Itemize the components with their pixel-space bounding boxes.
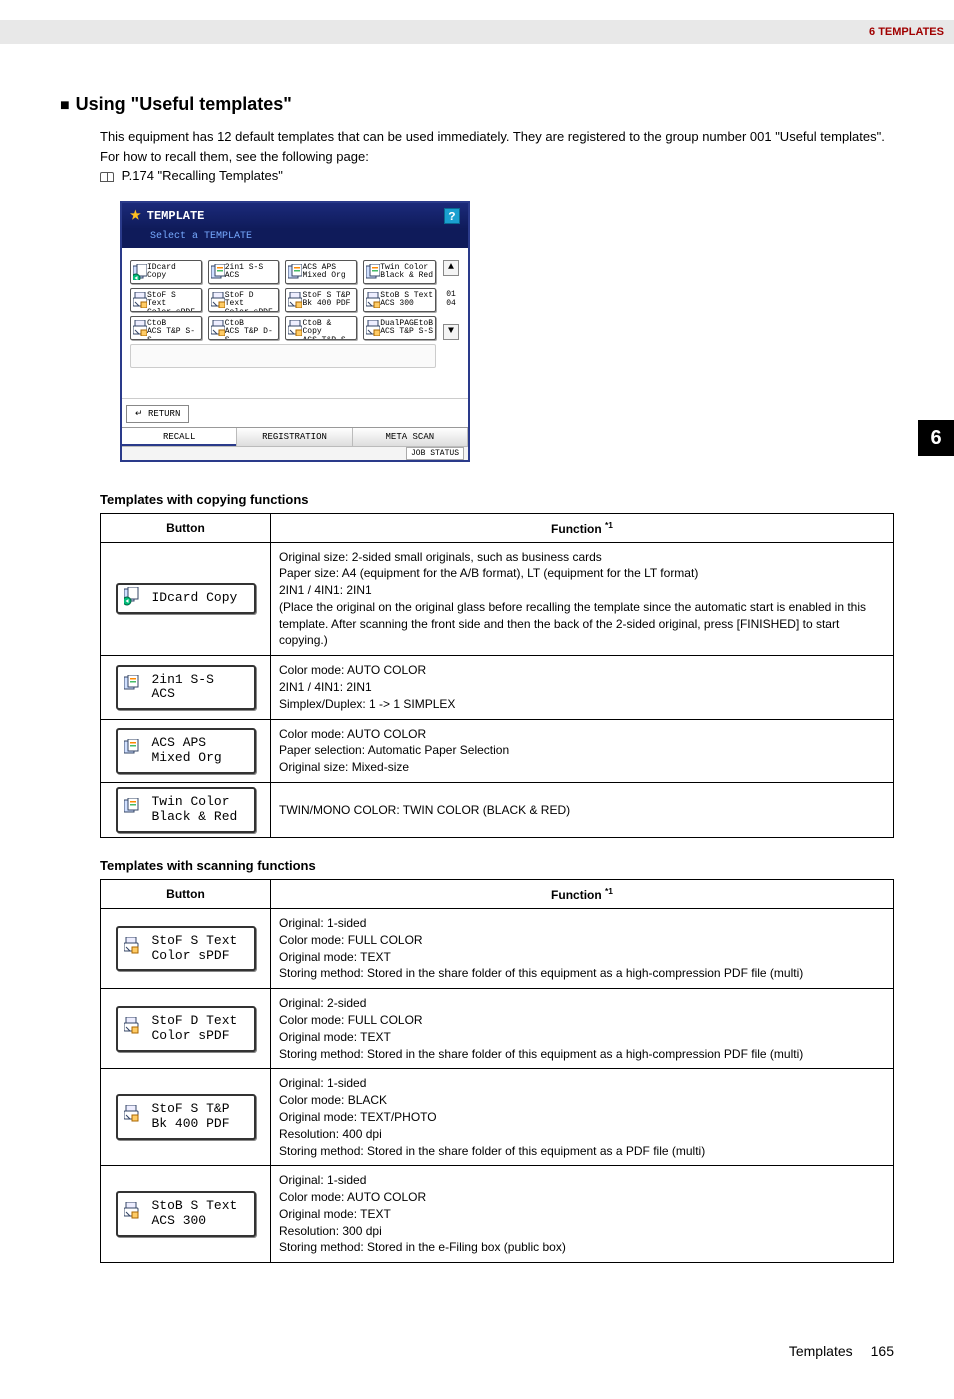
chapter-tab: 6 xyxy=(918,420,954,456)
template-icon xyxy=(124,1202,146,1226)
template-icon xyxy=(124,587,146,611)
square-bullet-icon: ■ xyxy=(60,97,70,114)
template-button[interactable]: ACS APSMixed Org xyxy=(285,260,357,284)
header-breadcrumb: 6 TEMPLATES xyxy=(0,20,954,44)
return-button[interactable]: ↵ RETURN xyxy=(126,405,189,423)
template-icon xyxy=(133,292,147,308)
template-button[interactable]: CtoBACS T&P S-S xyxy=(130,316,202,340)
template-icon xyxy=(288,264,302,280)
template-button[interactable]: StoF S TextColor sPDF xyxy=(116,926,256,972)
template-button[interactable]: StoB S TextACS 300 xyxy=(363,288,436,312)
template-icon xyxy=(366,292,380,308)
col-button: Button xyxy=(101,513,271,542)
template-icon xyxy=(211,292,225,308)
function-cell: TWIN/MONO COLOR: TWIN COLOR (BLACK & RED… xyxy=(271,783,894,838)
template-icon xyxy=(124,937,146,961)
function-cell: Color mode: AUTO COLORPaper selection: A… xyxy=(271,719,894,782)
template-screen: ★ TEMPLATE ? Select a TEMPLATE IDcard Co… xyxy=(120,201,470,462)
table-row: IDcard Copy Original size: 2-sided small … xyxy=(101,542,894,656)
template-button[interactable]: StoF S TextColor sPDF xyxy=(130,288,202,312)
table-row: Twin ColorBlack & Red TWIN/MONO COLOR: TW… xyxy=(101,783,894,838)
function-cell: Original: 1-sidedColor mode: FULL COLORO… xyxy=(271,908,894,988)
template-icon xyxy=(124,1017,146,1041)
table-row: 2in1 S-SACS Color mode: AUTO COLOR2IN1 / … xyxy=(101,656,894,719)
table-row: StoF S TextColor sPDF Original: 1-sidedCo… xyxy=(101,908,894,988)
template-icon xyxy=(288,320,302,336)
panel-subtitle: Select a TEMPLATE xyxy=(122,229,468,248)
page-counter: 01 04 xyxy=(446,291,456,309)
template-icon xyxy=(124,739,146,763)
intro-text: This equipment has 12 default templates … xyxy=(100,127,894,186)
star-icon: ★ xyxy=(130,208,141,223)
template-button[interactable]: IDcard Copy xyxy=(116,583,256,614)
template-icon xyxy=(366,264,380,280)
job-status-button[interactable]: JOB STATUS xyxy=(406,447,464,460)
template-button[interactable]: DualPAGEtoBACS T&P S-S xyxy=(363,316,436,340)
template-button[interactable]: ACS APSMixed Org xyxy=(116,728,256,774)
copy-functions-table: Button Function *1 IDcard Copy Original s… xyxy=(100,513,894,838)
book-icon xyxy=(100,172,114,182)
template-button[interactable]: IDcard Copy xyxy=(130,260,202,284)
template-icon xyxy=(124,675,146,699)
template-icon xyxy=(288,292,302,308)
template-button[interactable]: StoF S T&PBk 400 PDF xyxy=(285,288,357,312)
tab-registration[interactable]: REGISTRATION xyxy=(237,428,352,446)
template-icon xyxy=(211,264,225,280)
scan-functions-table: Button Function *1 StoF S TextColor sPDF… xyxy=(100,879,894,1263)
template-button[interactable]: StoF S T&PBk 400 PDF xyxy=(116,1094,256,1140)
function-cell: Color mode: AUTO COLOR2IN1 / 4IN1: 2IN1S… xyxy=(271,656,894,719)
tab-metascan[interactable]: META SCAN xyxy=(353,428,468,446)
template-button[interactable]: StoB S TextACS 300 xyxy=(116,1191,256,1237)
template-icon xyxy=(366,320,380,336)
function-cell: Original: 1-sidedColor mode: BLACKOrigin… xyxy=(271,1069,894,1166)
template-icon xyxy=(133,320,147,336)
col-button: Button xyxy=(101,879,271,908)
section-title: ■Using "Useful templates" xyxy=(60,94,894,115)
template-button[interactable]: Twin ColorBlack & Red xyxy=(116,787,256,833)
template-icon xyxy=(124,1105,146,1129)
tab-recall[interactable]: RECALL xyxy=(122,428,237,446)
page-reference: P.174 "Recalling Templates" xyxy=(122,168,283,183)
scroll-up-button[interactable]: ▲ xyxy=(443,260,459,276)
col-function: Function *1 xyxy=(271,513,894,542)
template-icon xyxy=(124,798,146,822)
template-button[interactable]: 2in1 S-SACS xyxy=(208,260,280,284)
copy-table-title: Templates with copying functions xyxy=(100,492,894,507)
col-function: Function *1 xyxy=(271,879,894,908)
template-icon xyxy=(211,320,225,336)
function-cell: Original: 1-sidedColor mode: AUTO COLORO… xyxy=(271,1166,894,1263)
function-cell: Original: 2-sidedColor mode: FULL COLORO… xyxy=(271,989,894,1069)
page-footer: Templates165 xyxy=(60,1343,894,1359)
scroll-down-button[interactable]: ▼ xyxy=(443,324,459,340)
table-row: StoF S T&PBk 400 PDF Original: 1-sidedCol… xyxy=(101,1069,894,1166)
template-button[interactable]: CtoBACS T&P D-S xyxy=(208,316,280,340)
table-row: ACS APSMixed Org Color mode: AUTO COLORPa… xyxy=(101,719,894,782)
scan-table-title: Templates with scanning functions xyxy=(100,858,894,873)
help-button[interactable]: ? xyxy=(444,208,460,224)
template-button[interactable]: Twin ColorBlack & Red xyxy=(363,260,436,284)
empty-template-slot xyxy=(130,344,436,368)
table-row: StoB S TextACS 300 Original: 1-sidedColor… xyxy=(101,1166,894,1263)
template-button[interactable]: CtoB & CopyACS T&P S-D xyxy=(285,316,357,340)
table-row: StoF D TextColor sPDF Original: 2-sidedCo… xyxy=(101,989,894,1069)
template-button[interactable]: StoF D TextColor sPDF xyxy=(116,1006,256,1052)
panel-titlebar: ★ TEMPLATE ? xyxy=(122,203,468,229)
template-icon xyxy=(133,264,147,280)
template-button[interactable]: 2in1 S-SACS xyxy=(116,665,256,711)
template-button[interactable]: StoF D TextColor sPDF xyxy=(208,288,280,312)
function-cell: Original size: 2-sided small originals, … xyxy=(271,542,894,656)
